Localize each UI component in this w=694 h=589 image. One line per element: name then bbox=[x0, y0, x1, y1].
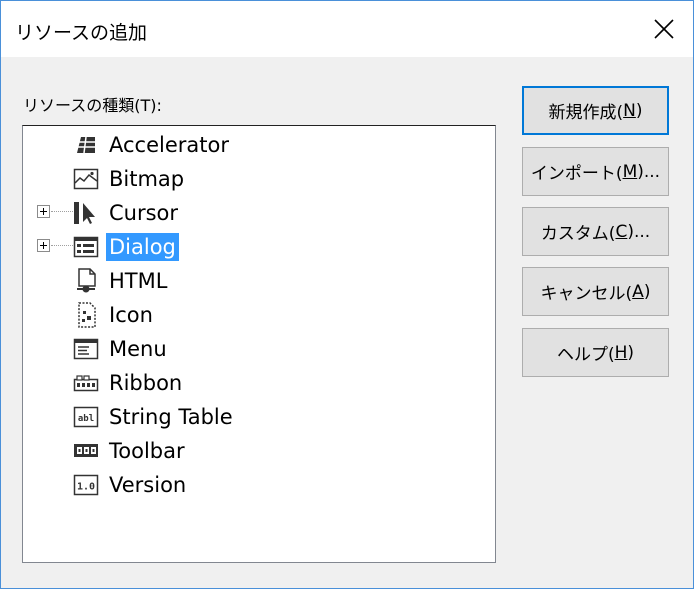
access-key: A bbox=[632, 281, 644, 302]
tree-item-ribbon[interactable]: Ribbon bbox=[23, 367, 493, 399]
bitmap-icon bbox=[73, 168, 99, 190]
string-table-icon: abl bbox=[73, 406, 99, 428]
expand-icon[interactable] bbox=[37, 205, 50, 218]
tree-item-label: Menu bbox=[109, 337, 167, 361]
tree-item-cursor[interactable]: Cursor bbox=[23, 197, 493, 229]
button-label: インポート( bbox=[530, 164, 623, 184]
tree-item-menu[interactable]: Menu bbox=[23, 333, 493, 365]
tree-item-html[interactable]: HTML bbox=[23, 265, 493, 297]
add-resource-dialog: リソースの追加 リソースの種類(T): Accelerator Bitmap C… bbox=[0, 0, 694, 589]
button-label-suffix: )... bbox=[627, 221, 651, 242]
title-bar[interactable]: リソースの追加 bbox=[1, 1, 693, 57]
tree-item-toolbar[interactable]: Toolbar bbox=[23, 435, 493, 467]
button-label: 新規作成( bbox=[548, 103, 624, 123]
import-button[interactable]: インポート(M)... bbox=[522, 147, 669, 196]
dialog-icon bbox=[73, 236, 99, 258]
tree-item-bitmap[interactable]: Bitmap bbox=[23, 163, 493, 195]
close-icon bbox=[654, 19, 674, 39]
expand-icon[interactable] bbox=[37, 239, 50, 252]
access-key: M bbox=[622, 161, 638, 182]
button-label-suffix: ) bbox=[643, 281, 651, 302]
tree-connector bbox=[51, 245, 73, 246]
tree-item-label: String Table bbox=[109, 405, 233, 429]
access-key: H bbox=[614, 342, 628, 363]
menu-icon bbox=[73, 338, 99, 360]
cursor-icon bbox=[74, 202, 95, 224]
html-icon bbox=[77, 268, 96, 293]
tree-item-label: Accelerator bbox=[109, 133, 229, 157]
toolbar-icon bbox=[74, 444, 98, 457]
tree-item-label: Version bbox=[109, 473, 187, 497]
svg-text:1.0: 1.0 bbox=[77, 482, 95, 493]
version-icon: 1.0 bbox=[73, 474, 99, 496]
tree-item-label: Bitmap bbox=[109, 167, 185, 191]
cancel-button[interactable]: キャンセル(A) bbox=[522, 267, 669, 316]
button-label: ヘルプ( bbox=[556, 345, 615, 365]
tree-item-label: HTML bbox=[109, 269, 168, 293]
custom-button[interactable]: カスタム(C)... bbox=[522, 207, 669, 256]
tree-item-dialog[interactable]: Dialog bbox=[23, 231, 493, 263]
button-label: カスタム( bbox=[540, 224, 616, 244]
icon-resource-icon bbox=[78, 302, 96, 328]
tree-item-label: Cursor bbox=[109, 201, 179, 225]
tree-item-version[interactable]: 1.0 Version bbox=[23, 469, 493, 501]
tree-item-string-table[interactable]: abl String Table bbox=[23, 401, 493, 433]
dialog-title: リソースの追加 bbox=[15, 22, 148, 44]
button-label-suffix: ) bbox=[635, 100, 643, 121]
button-label-suffix: )... bbox=[637, 161, 661, 182]
resource-type-label: リソースの種類(T): bbox=[23, 96, 162, 115]
tree-item-label: Ribbon bbox=[109, 371, 183, 395]
tree-item-label: Toolbar bbox=[109, 439, 185, 463]
close-button[interactable] bbox=[635, 1, 693, 57]
tree-item-icon[interactable]: Icon bbox=[23, 299, 493, 331]
access-key: N bbox=[623, 100, 636, 121]
access-key: C bbox=[615, 221, 628, 242]
tree-item-label: Dialog bbox=[106, 233, 179, 261]
accelerator-icon bbox=[77, 136, 95, 154]
new-button[interactable]: 新規作成(N) bbox=[522, 86, 669, 135]
tree-connector bbox=[51, 211, 73, 212]
resource-type-tree[interactable]: Accelerator Bitmap Cursor Dialog HTML Ic… bbox=[22, 125, 496, 563]
tree-item-label: Icon bbox=[109, 303, 153, 327]
button-label: キャンセル( bbox=[540, 284, 633, 304]
tree-item-accelerator[interactable]: Accelerator bbox=[23, 129, 493, 161]
ribbon-icon bbox=[73, 375, 99, 392]
svg-text:abl: abl bbox=[78, 414, 94, 424]
help-button[interactable]: ヘルプ(H) bbox=[522, 328, 669, 377]
button-label-suffix: ) bbox=[627, 342, 635, 363]
